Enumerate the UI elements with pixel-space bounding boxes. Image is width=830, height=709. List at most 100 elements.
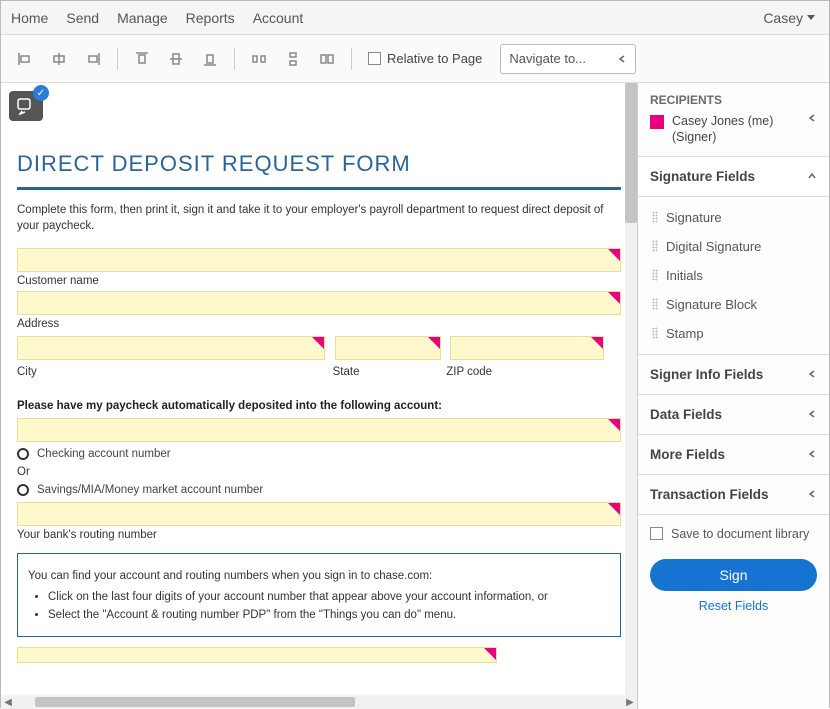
required-marker-icon — [591, 337, 603, 349]
nav-reports[interactable]: Reports — [186, 10, 235, 26]
save-to-library-label: Save to document library — [671, 527, 809, 541]
field-label: Signature Block — [666, 297, 757, 312]
scrollbar-track[interactable] — [15, 697, 623, 707]
transaction-fields-accordion[interactable]: Transaction Fields — [638, 475, 829, 515]
field-stamp[interactable]: Stamp — [638, 319, 829, 348]
field-signature[interactable]: Signature — [638, 203, 829, 232]
match-size-tool[interactable] — [313, 45, 341, 73]
recipient-row[interactable]: Casey Jones (me) (Signer) — [650, 113, 817, 146]
chevron-down-icon — [807, 449, 817, 459]
document-mode-badge[interactable]: ✓ — [9, 91, 43, 121]
nav-send[interactable]: Send — [66, 10, 99, 26]
top-nav-left: Home Send Manage Reports Account — [11, 10, 303, 26]
radio-icon — [17, 448, 29, 460]
align-bottom-tool[interactable] — [196, 45, 224, 73]
chevron-down-icon — [617, 54, 627, 64]
required-marker-icon — [428, 337, 440, 349]
recipient-name: Casey Jones (me) (Signer) — [672, 113, 799, 146]
address-field[interactable] — [17, 291, 621, 315]
sign-button[interactable]: Sign — [650, 559, 817, 591]
required-marker-icon — [608, 249, 620, 261]
field-label: Stamp — [666, 326, 704, 341]
nav-manage[interactable]: Manage — [117, 10, 168, 26]
align-middle-tool[interactable] — [162, 45, 190, 73]
city-field[interactable] — [17, 336, 325, 360]
checking-option[interactable]: Checking account number — [17, 448, 621, 460]
top-nav: Home Send Manage Reports Account Casey — [1, 1, 829, 35]
checking-number-field[interactable] — [17, 418, 621, 442]
chevron-up-icon — [807, 171, 817, 181]
signature-fields-label: Signature Fields — [650, 169, 755, 184]
zip-field[interactable] — [450, 336, 604, 360]
relative-to-page-checkbox[interactable]: Relative to Page — [368, 51, 482, 66]
state-label: State — [333, 366, 443, 378]
data-fields-label: Data Fields — [650, 407, 722, 422]
user-menu[interactable]: Casey — [763, 10, 815, 26]
recipient-color-icon — [650, 115, 664, 129]
city-label: City — [17, 366, 329, 378]
signer-info-label: Signer Info Fields — [650, 367, 763, 382]
document-pane: ✓ DIRECT DEPOSIT REQUEST FORM Complete t… — [1, 83, 637, 709]
signature-fields-accordion[interactable]: Signature Fields — [638, 157, 829, 197]
zip-label: ZIP code — [446, 366, 492, 378]
field-initials[interactable]: Initials — [638, 261, 829, 290]
scroll-left-icon[interactable]: ◀ — [1, 697, 15, 708]
scrollbar-thumb[interactable] — [35, 697, 355, 707]
navigate-dropdown[interactable]: Navigate to... — [500, 44, 636, 74]
drag-handle-icon — [652, 211, 658, 223]
savings-option[interactable]: Savings/MIA/Money market account number — [17, 484, 621, 496]
vertical-scrollbar[interactable] — [625, 83, 637, 695]
nav-account[interactable]: Account — [253, 10, 304, 26]
check-icon: ✓ — [33, 85, 49, 101]
field-signature-block[interactable]: Signature Block — [638, 290, 829, 319]
nav-home[interactable]: Home — [11, 10, 48, 26]
toolbar: Relative to Page Navigate to... — [1, 35, 829, 83]
document-intro: Complete this form, then print it, sign … — [17, 202, 621, 234]
customer-name-label: Customer name — [17, 275, 621, 287]
info-bullet-2: Select the "Account & routing number PDP… — [48, 607, 610, 624]
more-fields-accordion[interactable]: More Fields — [638, 435, 829, 475]
save-to-library-checkbox[interactable]: Save to document library — [638, 515, 829, 553]
side-panel: RECIPIENTS Casey Jones (me) (Signer) Sig… — [637, 83, 829, 709]
align-top-tool[interactable] — [128, 45, 156, 73]
drag-handle-icon — [652, 327, 658, 339]
reset-fields-link[interactable]: Reset Fields — [638, 595, 829, 621]
scroll-right-icon[interactable]: ▶ — [623, 697, 637, 708]
align-left-tool[interactable] — [11, 45, 39, 73]
required-marker-icon — [608, 292, 620, 304]
form-icon — [16, 97, 36, 115]
user-name: Casey — [763, 10, 803, 26]
routing-label: Your bank's routing number — [17, 529, 621, 541]
toolbar-separator — [351, 48, 352, 70]
savings-label: Savings/MIA/Money market account number — [37, 484, 263, 496]
deposit-section-title: Please have my paycheck automatically de… — [17, 400, 621, 412]
toolbar-separator — [234, 48, 235, 70]
drag-handle-icon — [652, 298, 658, 310]
align-center-h-tool[interactable] — [45, 45, 73, 73]
title-rule — [17, 187, 621, 190]
state-field[interactable] — [335, 336, 441, 360]
distribute-v-tool[interactable] — [279, 45, 307, 73]
chevron-down-icon — [807, 489, 817, 499]
field-digital-signature[interactable]: Digital Signature — [638, 232, 829, 261]
info-lead: You can find your account and routing nu… — [28, 568, 610, 585]
data-fields-accordion[interactable]: Data Fields — [638, 395, 829, 435]
or-label: Or — [17, 466, 621, 478]
align-right-tool[interactable] — [79, 45, 107, 73]
chevron-down-icon — [807, 369, 817, 379]
more-fields-label: More Fields — [650, 447, 725, 462]
customer-name-field[interactable] — [17, 248, 621, 272]
distribute-h-tool[interactable] — [245, 45, 273, 73]
checking-label: Checking account number — [37, 448, 171, 460]
toolbar-separator — [117, 48, 118, 70]
field-label: Digital Signature — [666, 239, 761, 254]
signer-info-accordion[interactable]: Signer Info Fields — [638, 355, 829, 395]
recipient-role-text: (Signer) — [672, 129, 799, 145]
horizontal-scrollbar[interactable]: ◀ ▶ — [1, 695, 637, 709]
drag-handle-icon — [652, 240, 658, 252]
document-title: DIRECT DEPOSIT REQUEST FORM — [17, 151, 621, 177]
partial-field[interactable] — [17, 647, 497, 663]
scrollbar-thumb[interactable] — [625, 83, 637, 223]
caret-down-icon — [807, 15, 815, 20]
routing-number-field[interactable] — [17, 502, 621, 526]
